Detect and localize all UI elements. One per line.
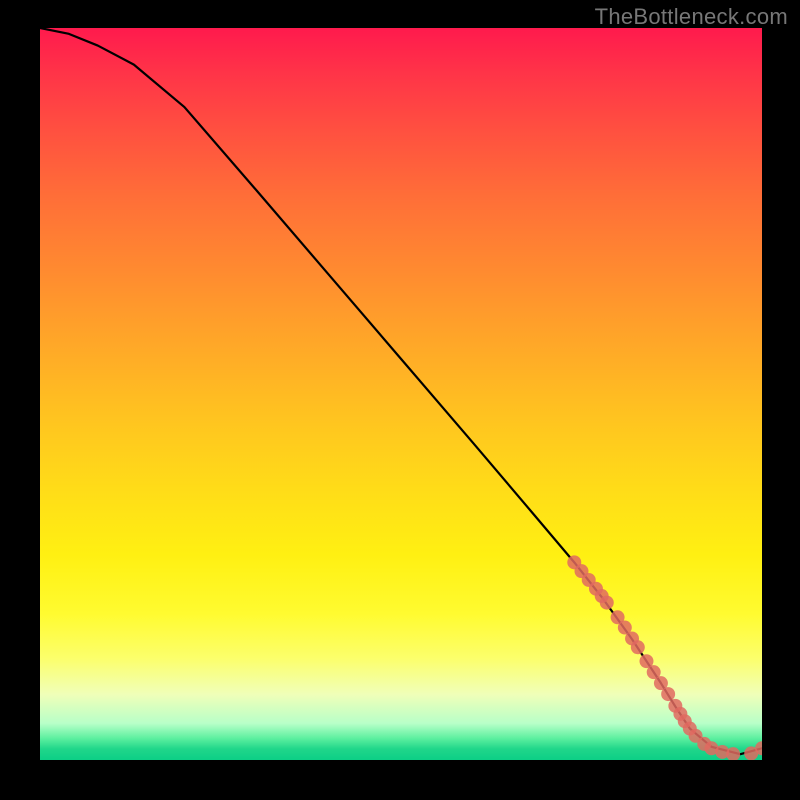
plot-area xyxy=(38,28,762,762)
chart-frame: TheBottleneck.com xyxy=(0,0,800,800)
bottleneck-curve xyxy=(40,28,762,754)
highlight-point xyxy=(631,640,645,654)
highlight-point xyxy=(600,596,614,610)
highlight-points-group xyxy=(567,555,762,760)
chart-svg xyxy=(40,28,762,760)
highlight-point xyxy=(661,687,675,701)
curve-path-group xyxy=(40,28,762,754)
watermark-text: TheBottleneck.com xyxy=(595,4,788,30)
